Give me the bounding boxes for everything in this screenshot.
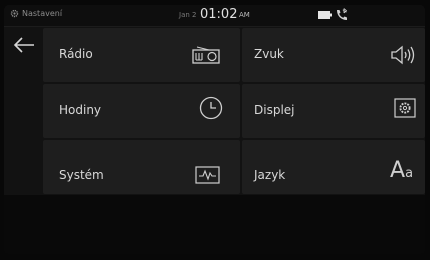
status-title-text: Nastavení — [22, 9, 63, 18]
menu-tile-radio[interactable]: Rádio — [43, 28, 240, 82]
gear-icon — [10, 9, 19, 18]
bottom-empty-area — [4, 195, 425, 254]
menu-tile-system-label: Systém — [59, 168, 104, 182]
menu-tile-sound[interactable]: Zvuk — [242, 28, 425, 82]
menu-tile-language[interactable]: Jazyk Aa — [242, 140, 425, 194]
display-settings-icon — [394, 98, 416, 118]
status-title: Nastavení — [10, 9, 62, 18]
status-ampm: AM — [239, 11, 250, 19]
clock-icon — [199, 96, 223, 120]
status-bar: Nastavení Jan 2 01:02 AM — [4, 5, 425, 27]
status-time: 01:02 — [200, 7, 238, 22]
menu-tile-system[interactable]: Systém — [43, 140, 240, 194]
phone-bluetooth-icon — [337, 8, 348, 20]
menu-tile-clock-label: Hodiny — [59, 103, 102, 117]
menu-tile-display-label: Displej — [254, 103, 295, 117]
language-icon-small: a — [405, 166, 414, 181]
menu-tile-clock[interactable]: Hodiny — [43, 84, 240, 138]
status-date: Jan 2 — [179, 11, 197, 19]
language-icon: Aa — [390, 158, 413, 183]
battery-icon — [318, 11, 332, 19]
back-button[interactable] — [12, 36, 36, 54]
menu-tile-display[interactable]: Displej — [242, 84, 425, 138]
radio-icon — [192, 46, 220, 64]
menu-tile-language-label: Jazyk — [254, 168, 286, 182]
menu-tile-sound-label: Zvuk — [254, 47, 284, 61]
system-waveform-icon — [195, 166, 220, 184]
language-icon-big: A — [390, 158, 406, 183]
speaker-icon — [391, 45, 415, 65]
menu-tile-radio-label: Rádio — [59, 47, 93, 61]
settings-screen: Nastavení Jan 2 01:02 AM Rádio Zvuk Hodi… — [4, 5, 425, 254]
